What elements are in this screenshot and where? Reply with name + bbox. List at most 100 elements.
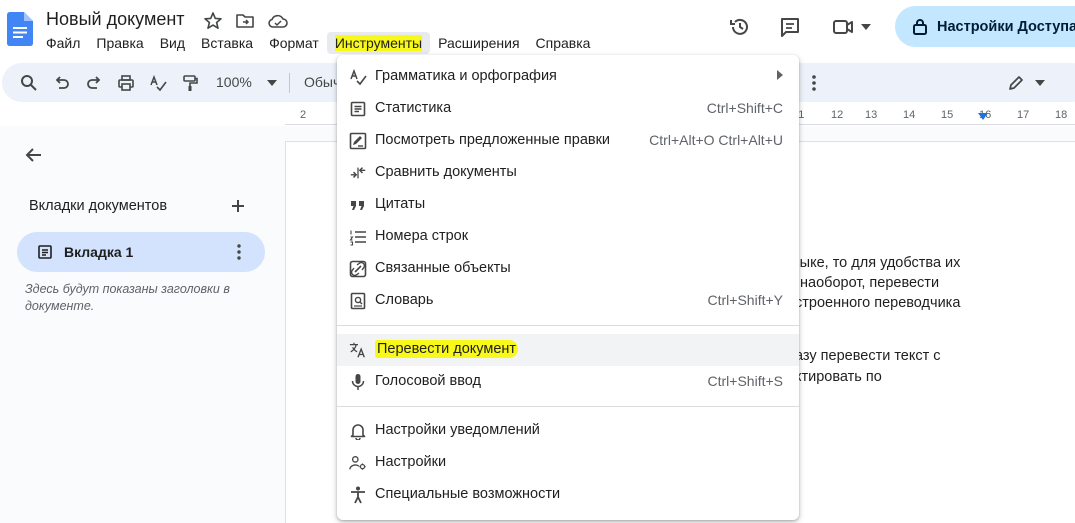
menu-item-line-numbers[interactable]: Номера строк: [337, 221, 799, 253]
editing-mode-dropdown-icon[interactable]: [1029, 72, 1051, 94]
undo-icon[interactable]: [51, 72, 73, 94]
microphone-icon: [349, 373, 367, 391]
tab-document-icon: [37, 244, 53, 265]
menu-item-shortcut: Ctrl+Shift+Y: [707, 292, 783, 308]
doc-text-line: ктировать по: [795, 369, 882, 385]
menu-divider: [337, 406, 799, 407]
spellcheck-icon: [349, 68, 367, 86]
line-numbers-icon: [349, 228, 367, 246]
meet-dropdown-icon[interactable]: [856, 13, 876, 41]
toolbar-divider: [289, 73, 290, 93]
doc-text-line: наоборот, перевести: [800, 275, 940, 291]
menu-item-label: Перевести документ: [375, 340, 519, 358]
doc-text-line: строенного переводчика: [795, 295, 961, 311]
tab-label: Вкладка 1: [64, 244, 134, 260]
more-options-icon[interactable]: [803, 72, 825, 94]
menubar: Файл Правка Вид Вставка Формат Инструмен…: [38, 31, 598, 55]
move-folder-icon[interactable]: [235, 11, 255, 31]
menu-item-preferences[interactable]: Настройки: [337, 447, 799, 479]
menu-item-label: Посмотреть предложенные правки: [375, 132, 611, 148]
tools-menu: Грамматика и орфография Статистика Ctrl+…: [337, 55, 799, 520]
editing-mode-icon[interactable]: [1005, 72, 1027, 94]
docs-logo-icon[interactable]: [7, 12, 33, 46]
menu-item-label: Специальные возможности: [375, 486, 561, 502]
menu-item-shortcut: Ctrl+Alt+O Ctrl+Alt+U: [649, 132, 783, 148]
lock-icon: [913, 19, 927, 35]
menu-format[interactable]: Формат: [261, 32, 327, 54]
menu-help[interactable]: Справка: [528, 32, 599, 54]
translate-label-highlight: Перевести документ: [375, 340, 519, 358]
menu-item-label: Цитаты: [375, 196, 426, 212]
search-menus-icon[interactable]: [18, 72, 40, 94]
quote-icon: [349, 196, 367, 214]
dictionary-icon: [349, 292, 367, 310]
menu-item-label: Связанные объекты: [375, 260, 511, 276]
tab-more-options-icon[interactable]: [229, 242, 249, 262]
preferences-icon: [349, 454, 367, 472]
accessibility-icon: [349, 486, 367, 504]
doc-text-line: зыке, то для удобства их: [793, 255, 961, 271]
menu-item-spelling-grammar[interactable]: Грамматика и орфография: [337, 61, 799, 93]
paragraph-style-select[interactable]: Обыч: [304, 74, 340, 90]
menu-item-label: Голосовой ввод: [375, 373, 481, 389]
menu-item-accessibility[interactable]: Специальные возможности: [337, 479, 799, 511]
menu-item-label: Грамматика и орфография: [375, 68, 557, 84]
star-icon[interactable]: [203, 11, 223, 31]
meet-video-icon[interactable]: [830, 13, 858, 41]
menu-item-compare-documents[interactable]: Сравнить документы: [337, 157, 799, 189]
right-indent-marker[interactable]: [978, 113, 988, 120]
menu-edit[interactable]: Правка: [88, 32, 151, 54]
menu-item-label: Настройки уведомлений: [375, 422, 540, 438]
menu-item-label: Сравнить документы: [375, 164, 517, 180]
ruler-number: 15: [941, 109, 954, 121]
version-history-icon[interactable]: [726, 13, 754, 41]
zoom-dropdown-icon[interactable]: [261, 72, 283, 94]
menu-item-shortcut: Ctrl+Shift+C: [706, 100, 783, 116]
add-tab-icon[interactable]: [228, 196, 248, 216]
paint-format-icon[interactable]: [179, 72, 201, 94]
menu-item-review-edits[interactable]: Посмотреть предложенные правки Ctrl+Alt+…: [337, 125, 799, 157]
menu-item-shortcut: Ctrl+Shift+S: [707, 373, 783, 389]
menu-item-citations[interactable]: Цитаты: [337, 189, 799, 221]
review-edits-icon: [349, 132, 367, 150]
menu-insert[interactable]: Вставка: [193, 32, 261, 54]
cloud-status-icon[interactable]: [267, 11, 288, 31]
outline-hint: Здесь будут показаны заголовки в докумен…: [25, 282, 230, 313]
share-button-label: Настройки Доступа: [937, 18, 1075, 35]
spellcheck-toolbar-icon[interactable]: [147, 72, 169, 94]
menu-view[interactable]: Вид: [152, 32, 193, 54]
submenu-arrow-icon: [777, 70, 783, 80]
menu-item-label: Статистика: [375, 100, 452, 116]
linked-objects-icon: [349, 260, 367, 278]
ruler-number: 17: [1017, 109, 1030, 121]
menu-item-label: Номера строк: [375, 228, 469, 244]
menu-item-dictionary[interactable]: Словарь Ctrl+Shift+Y: [337, 285, 799, 317]
menu-divider: [337, 325, 799, 326]
back-arrow-icon[interactable]: [22, 143, 46, 167]
menu-item-label: Настройки: [375, 454, 447, 470]
menu-file[interactable]: Файл: [38, 32, 88, 54]
translate-icon: [349, 341, 367, 359]
menu-tools-label: Инструменты: [334, 35, 423, 51]
doc-text-line: азу перевести текст с: [795, 348, 941, 364]
menu-tools[interactable]: Инструменты: [326, 32, 431, 54]
menu-item-notification-settings[interactable]: Настройки уведомлений: [337, 415, 799, 447]
menu-extensions[interactable]: Расширения: [430, 32, 527, 54]
zoom-select[interactable]: 100%: [216, 74, 252, 90]
ruler-number: 2: [300, 109, 307, 121]
comments-icon[interactable]: [776, 13, 804, 41]
menu-item-linked-objects[interactable]: Связанные объекты: [337, 253, 799, 285]
compare-icon: [349, 164, 367, 182]
doc-title[interactable]: Новый документ: [46, 9, 185, 30]
word-count-icon: [349, 100, 367, 118]
menu-item-label: Словарь: [375, 292, 434, 308]
menu-item-voice-typing[interactable]: Голосовой ввод Ctrl+Shift+S: [337, 366, 799, 398]
print-icon[interactable]: [115, 72, 137, 94]
menu-item-word-count[interactable]: Статистика Ctrl+Shift+C: [337, 93, 799, 125]
bell-icon: [349, 422, 367, 440]
share-button[interactable]: Настройки Доступа: [895, 6, 1075, 47]
ruler-number: 13: [865, 109, 878, 121]
menu-item-translate-document[interactable]: Перевести документ: [337, 334, 799, 366]
redo-icon[interactable]: [83, 72, 105, 94]
document-tab-item[interactable]: Вкладка 1: [17, 232, 265, 272]
